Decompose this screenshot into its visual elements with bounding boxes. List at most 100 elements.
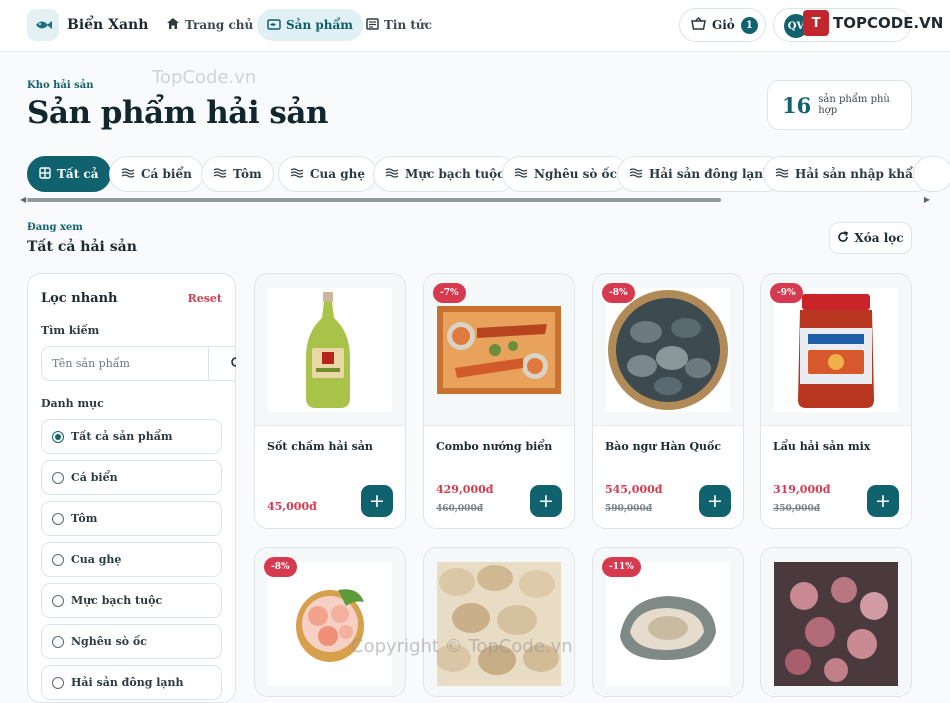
watermark-logo: T TOPCODE.VN: [803, 10, 943, 36]
product-image-area: [761, 548, 911, 696]
waves-icon: [775, 167, 789, 181]
chip-clams[interactable]: Nghêu sò ốc: [502, 156, 629, 192]
brand[interactable]: Biển Xanh: [27, 9, 148, 41]
chip-squid[interactable]: Mực bạch tuộc: [373, 156, 517, 192]
newspaper-icon: [366, 17, 379, 33]
radio-dot[interactable]: [52, 471, 64, 484]
product-card[interactable]: -9% Lẩu hải sản mix 319,000đ 350,000đ +: [760, 273, 912, 529]
radio-dot[interactable]: [52, 676, 64, 689]
cart-label: Giỏ: [712, 18, 735, 32]
chip-label: Tất cả: [57, 167, 99, 181]
refresh-icon: [837, 230, 849, 246]
product-image: [437, 306, 561, 394]
clear-filter-label: Xóa lọc: [854, 231, 904, 245]
chip-label: Mực bạch tuộc: [405, 167, 505, 181]
reset-button[interactable]: Reset: [188, 292, 222, 305]
home-icon: [166, 17, 180, 33]
nav-home[interactable]: Trang chủ: [156, 9, 263, 41]
scroll-left-arrow-icon[interactable]: ◀: [20, 196, 26, 204]
scroll-right-arrow-icon[interactable]: ▶: [924, 196, 930, 204]
chip-label: Tôm: [233, 167, 262, 181]
category-radio-crab[interactable]: Cua ghẹ: [41, 542, 222, 577]
nav-news[interactable]: Tin tức: [356, 9, 442, 41]
radio-label: Cá biển: [71, 471, 118, 484]
category-label: Danh mục: [41, 397, 104, 410]
radio-label: Cua ghẹ: [71, 553, 122, 566]
product-image: [437, 562, 561, 686]
add-to-cart-button[interactable]: +: [530, 485, 562, 517]
search-button[interactable]: [208, 347, 236, 380]
product-image: [774, 288, 898, 412]
chip-crab[interactable]: Cua ghẹ: [278, 156, 377, 192]
product-card[interactable]: -8% Bào ngư Hàn Quốc 545,000đ 590,000đ +: [592, 273, 744, 529]
category-radio-squid[interactable]: Mực bạch tuộc: [41, 583, 222, 618]
fish-box-icon: [267, 18, 281, 33]
product-card[interactable]: Sốt chấm hải sản 45,000đ +: [254, 273, 406, 529]
product-card[interactable]: -11%: [592, 547, 744, 697]
watermark-logo-text: TOPCODE.VN: [833, 14, 944, 32]
product-name[interactable]: Sốt chấm hải sản: [267, 440, 373, 453]
radio-dot[interactable]: [52, 594, 64, 607]
top-header: Biển Xanh Trang chủ Sản phẩm Tin tức Giỏ…: [0, 0, 950, 52]
waves-icon: [629, 167, 643, 181]
add-to-cart-button[interactable]: +: [867, 485, 899, 517]
radio-label: Hải sản đông lạnh: [71, 676, 184, 689]
waves-icon: [121, 167, 135, 181]
chip-shrimp[interactable]: Tôm: [201, 156, 274, 192]
result-count-box: 16 sản phẩm phù hợp: [767, 80, 912, 130]
product-price: 429,000đ: [436, 483, 494, 496]
category-radio-sea-fish[interactable]: Cá biển: [41, 460, 222, 495]
watermark-logo-mark: T: [803, 10, 829, 36]
chip-scrollbar[interactable]: ◀ ▶: [20, 196, 930, 204]
product-image: [268, 562, 392, 686]
radio-dot[interactable]: [52, 430, 64, 443]
discount-badge: -7%: [433, 283, 466, 303]
product-card[interactable]: [423, 547, 575, 697]
search-icon: [229, 354, 236, 373]
product-card[interactable]: -8%: [254, 547, 406, 697]
nav-products[interactable]: Sản phẩm: [257, 9, 363, 41]
product-card[interactable]: [760, 547, 912, 697]
product-name[interactable]: Lẩu hải sản mix: [773, 440, 870, 453]
chip-all[interactable]: Tất cả: [27, 156, 111, 192]
discount-badge: -11%: [602, 557, 641, 577]
search-input[interactable]: [42, 347, 208, 380]
product-old-price: 460,000đ: [436, 504, 483, 514]
category-radio-all[interactable]: Tất cả sản phẩm: [41, 419, 222, 454]
radio-label: Mực bạch tuộc: [71, 594, 163, 607]
product-name[interactable]: Combo nướng biển: [436, 440, 552, 453]
chip-frozen[interactable]: Hải sản đông lạnh: [617, 156, 784, 192]
viewing-label: Đang xem: [27, 222, 83, 233]
product-card[interactable]: -7% Combo nướng biển 429,000đ 460,000đ +: [423, 273, 575, 529]
category-radio-frozen[interactable]: Hải sản đông lạnh: [41, 665, 222, 700]
chip-label: Cá biển: [141, 167, 192, 181]
radio-dot[interactable]: [52, 635, 64, 648]
add-to-cart-button[interactable]: +: [361, 485, 393, 517]
add-to-cart-button[interactable]: +: [699, 485, 731, 517]
nav-news-label: Tin tức: [384, 18, 432, 32]
product-image: [774, 562, 898, 686]
nav-home-label: Trang chủ: [185, 18, 254, 32]
category-radio-clams[interactable]: Nghêu sò ốc: [41, 624, 222, 659]
clear-filter-button[interactable]: Xóa lọc: [829, 222, 912, 254]
product-image: [606, 288, 730, 412]
category-radio-shrimp[interactable]: Tôm: [41, 501, 222, 536]
sidebar-title: Lọc nhanh: [41, 291, 118, 306]
chip-imported[interactable]: Hải sản nhập khẩu: [763, 156, 934, 192]
chip-sea-fish[interactable]: Cá biển: [109, 156, 204, 192]
result-count: 16: [782, 92, 812, 118]
radio-dot[interactable]: [52, 553, 64, 566]
product-old-price: 350,000đ: [773, 504, 820, 514]
chip-label: Cua ghẹ: [310, 167, 365, 181]
cart-button[interactable]: Giỏ 1: [679, 8, 766, 42]
radio-dot[interactable]: [52, 512, 64, 525]
discount-badge: -8%: [264, 557, 297, 577]
chip-overflow[interactable]: [913, 156, 950, 192]
scroll-thumb[interactable]: [27, 198, 721, 202]
radio-label: Tất cả sản phẩm: [71, 430, 173, 443]
product-name[interactable]: Bào ngư Hàn Quốc: [605, 440, 721, 453]
waves-icon: [213, 167, 227, 181]
cart-count-badge: 1: [740, 16, 758, 34]
product-old-price: 590,000đ: [605, 504, 652, 514]
product-image-area: [424, 548, 574, 696]
